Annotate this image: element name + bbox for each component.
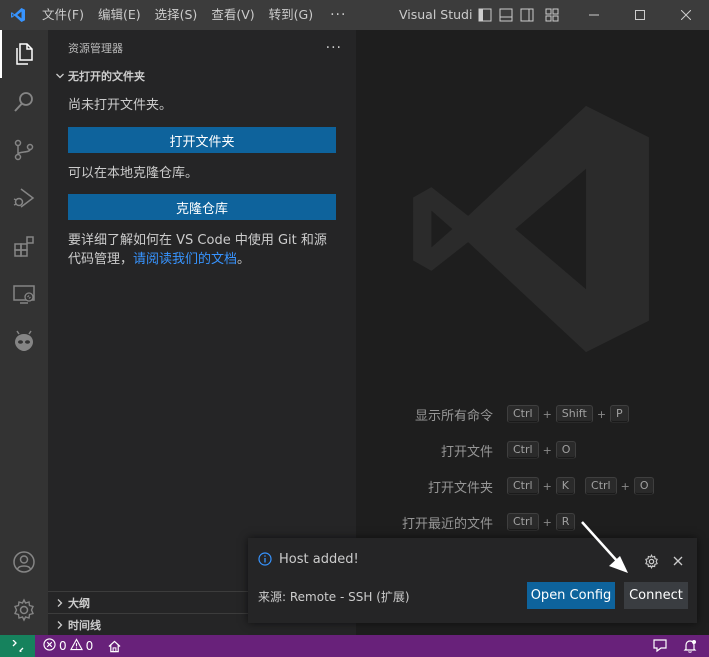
key-plus: +	[596, 407, 607, 421]
run-debug-icon[interactable]	[0, 174, 48, 222]
remote-explorer-icon[interactable]	[0, 270, 48, 318]
vscode-logo-icon	[0, 0, 35, 30]
no-folder-text: 尚未打开文件夹。	[68, 98, 173, 113]
title-bar: 文件(F) 编辑(E) 选择(S) 查看(V) 转到(G) ··· Visual Stu…	[0, 0, 709, 30]
search-icon[interactable]	[0, 78, 48, 126]
section-no-folder-header[interactable]: 无打开的文件夹	[48, 65, 356, 87]
error-icon	[43, 638, 56, 654]
key-plus: +	[542, 479, 552, 493]
docs-link[interactable]: 请阅读我们的文档	[133, 252, 237, 267]
menu-more-button[interactable]: ···	[320, 7, 356, 23]
info-icon	[258, 552, 272, 570]
account-icon[interactable]	[0, 538, 48, 586]
error-count: 0	[59, 639, 67, 653]
clone-repo-button[interactable]: 克隆仓库	[68, 194, 336, 220]
open-folder-button[interactable]: 打开文件夹	[68, 127, 336, 153]
maximize-icon[interactable]	[617, 0, 663, 30]
shortcut-label[interactable]: 打开文件夹	[356, 477, 507, 496]
menu-item[interactable]: 转到(G)	[262, 0, 320, 30]
key-plus: +	[542, 443, 552, 457]
toggle-secondary-sidebar-icon[interactable]	[516, 0, 537, 30]
keybinding-key: Ctrl	[507, 477, 539, 495]
connect-button[interactable]: Connect	[624, 582, 688, 609]
minimize-icon[interactable]	[571, 0, 617, 30]
explorer-icon[interactable]	[0, 30, 48, 78]
timeline-title: 时间线	[68, 618, 101, 632]
menu-item[interactable]: 选择(S)	[148, 0, 205, 30]
section-title: 无打开的文件夹	[68, 70, 145, 83]
chevron-right-icon	[52, 620, 68, 630]
activity-bar	[0, 30, 48, 635]
status-bar: 0 0	[0, 635, 709, 657]
notification-message: Host added!	[279, 552, 359, 567]
keybinding-key: Shift	[555, 405, 593, 423]
vscode-watermark-icon	[413, 105, 649, 353]
alien-extension-icon[interactable]	[0, 318, 48, 366]
gear-icon[interactable]	[641, 551, 661, 571]
settings-gear-icon[interactable]	[0, 586, 48, 634]
keybinding-key: Ctrl	[507, 441, 539, 459]
chevron-down-icon	[52, 71, 68, 81]
keybinding-key: P	[610, 405, 629, 423]
shortcut-label[interactable]: 打开文件	[356, 441, 507, 460]
menu-item[interactable]: 查看(V)	[204, 0, 261, 30]
home-icon[interactable]	[98, 635, 126, 657]
toggle-sidebar-icon[interactable]	[474, 0, 495, 30]
git-docs-text: 要详细了解如何在 VS Code 中使用 Git 和源代码管理，请阅读我们的文档…	[48, 231, 356, 269]
notifications-bell-icon[interactable]	[679, 635, 709, 657]
keybinding-key: O	[633, 477, 655, 495]
keybinding-key: R	[555, 513, 576, 531]
notification-source: 来源: Remote - SSH (扩展)	[258, 590, 410, 604]
sidebar-more-button[interactable]: ···	[326, 40, 342, 56]
extensions-icon[interactable]	[0, 222, 48, 270]
key-plus: +	[542, 515, 552, 529]
keybinding-key: Ctrl	[507, 405, 539, 423]
keybinding-key: Ctrl	[507, 513, 539, 531]
open-config-button[interactable]: Open Config	[527, 582, 615, 609]
close-icon[interactable]	[668, 551, 688, 571]
outline-title: 大纲	[68, 596, 90, 610]
window-title: Visual Studio Code	[399, 7, 473, 22]
chevron-right-icon	[52, 598, 68, 608]
sidebar-title: 资源管理器	[68, 41, 123, 55]
keybinding-key: O	[555, 441, 577, 459]
source-control-icon[interactable]	[0, 126, 48, 174]
remote-indicator-icon[interactable]	[0, 635, 35, 657]
warning-icon	[69, 638, 83, 654]
shortcut-label[interactable]: 显示所有命令	[356, 405, 507, 424]
key-plus: +	[620, 479, 630, 493]
menu-item[interactable]: 编辑(E)	[91, 0, 148, 30]
key-plus: +	[542, 407, 552, 421]
git-text-suffix: 。	[237, 252, 251, 267]
feedback-icon[interactable]	[641, 635, 679, 657]
warning-count: 0	[85, 639, 94, 653]
keybinding-key: Ctrl	[585, 477, 617, 495]
notification-toast: Host added! 来源: Remote - SSH (扩展) Open C…	[248, 538, 697, 623]
shortcut-row: 打开文件 Ctrl + O	[356, 440, 709, 460]
keybinding-key: K	[555, 477, 576, 495]
shortcut-label[interactable]: 打开最近的文件	[356, 513, 507, 532]
menu-item[interactable]: 文件(F)	[35, 0, 91, 30]
shortcut-row: 显示所有命令 Ctrl + Shift + P	[356, 404, 709, 424]
shortcut-row: 打开文件夹 Ctrl + K Ctrl + O	[356, 476, 709, 496]
problems-indicator[interactable]: 0 0	[35, 635, 98, 657]
close-window-icon[interactable]	[663, 0, 709, 30]
toggle-panel-icon[interactable]	[495, 0, 516, 30]
customize-layout-icon[interactable]	[537, 0, 567, 30]
shortcut-row: 打开最近的文件 Ctrl + R	[356, 512, 709, 532]
clone-text: 可以在本地克隆仓库。	[68, 166, 199, 181]
